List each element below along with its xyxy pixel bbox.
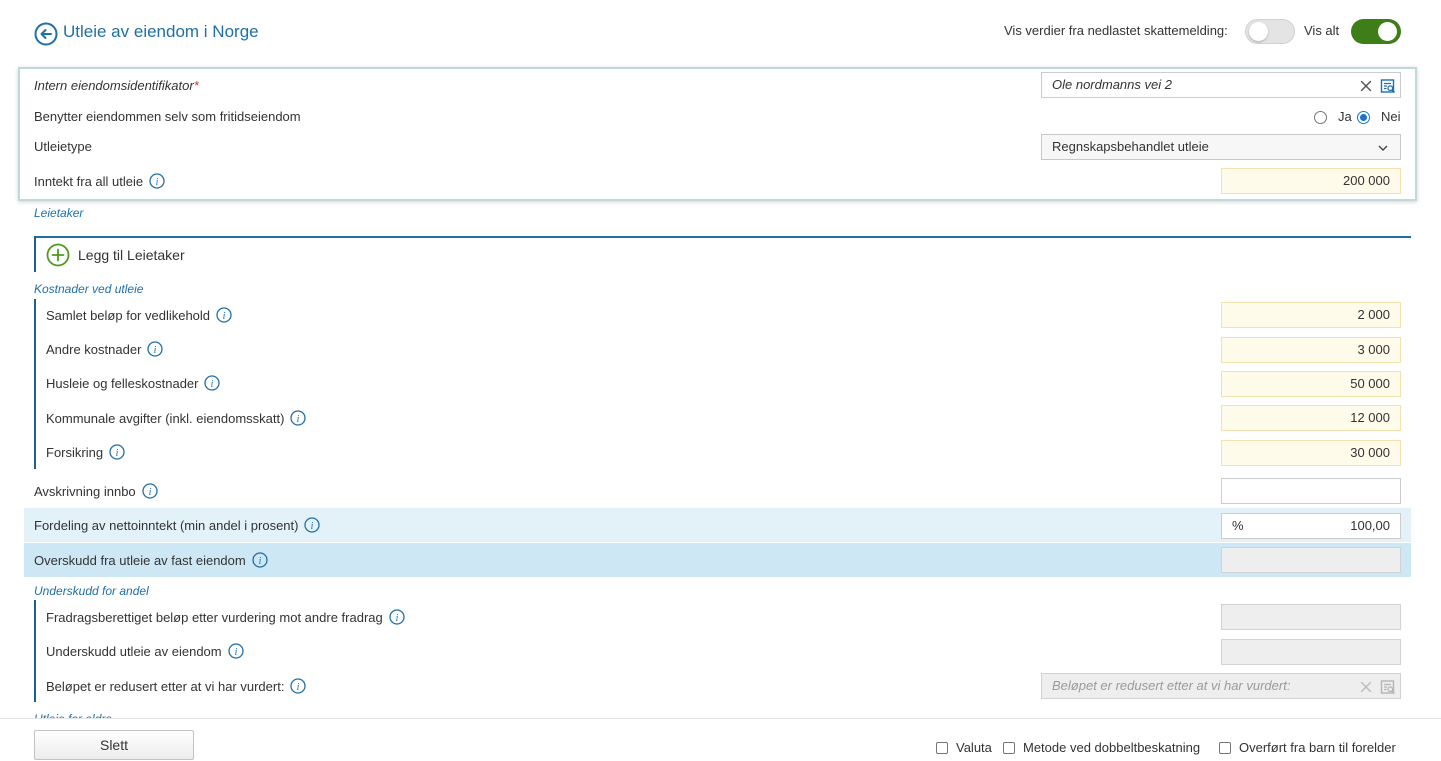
insurance-label: Forsikring i: [46, 444, 125, 462]
tenant-section-title: Leietaker: [34, 206, 84, 220]
rental-type-label: Utleietype: [34, 139, 92, 154]
page-title: Utleie av eiendom i Norge: [63, 22, 259, 41]
maintenance-label: Samlet beløp for vedlikehold i: [46, 307, 232, 325]
info-icon[interactable]: i: [216, 307, 232, 323]
depreciation-input[interactable]: [1221, 478, 1401, 504]
other-costs-label: Andre kostnader i: [46, 341, 164, 359]
show-downloaded-toggle[interactable]: [1245, 19, 1295, 44]
info-icon[interactable]: i: [149, 173, 165, 189]
show-downloaded-label: Vis verdier fra nedlastet skattemelding:: [1004, 23, 1228, 38]
search-list-icon: [1380, 680, 1396, 695]
info-icon[interactable]: i: [252, 552, 268, 568]
property-id-input[interactable]: Ole nordmanns vei 2: [1041, 72, 1401, 98]
rental-deficit-output: [1221, 639, 1401, 665]
svg-text:i: i: [297, 414, 300, 425]
close-icon: [1360, 681, 1372, 693]
holiday-yes-radio[interactable]: [1314, 111, 1327, 124]
holiday-no-radio[interactable]: [1357, 111, 1370, 124]
svg-text:i: i: [311, 521, 314, 532]
transfer-label: Overført fra barn til forelder: [1239, 740, 1396, 755]
info-icon[interactable]: i: [227, 643, 244, 659]
chevron-down-icon: [1378, 145, 1388, 151]
deficit-section-title: Underskudd for andel: [34, 584, 149, 598]
rent-input[interactable]: 50 000: [1221, 371, 1401, 397]
svg-text:i: i: [154, 345, 157, 356]
other-costs-input[interactable]: 3 000: [1221, 337, 1401, 363]
close-icon[interactable]: [1358, 78, 1374, 94]
svg-text:i: i: [395, 613, 398, 624]
distribution-label: Fordeling av nettoinntekt (min andel i p…: [34, 517, 321, 535]
municipal-fees-label: Kommunale avgifter (inkl. eiendomsskatt)…: [46, 410, 307, 428]
income-label: Inntekt fra all utleie i: [34, 173, 165, 191]
insurance-input[interactable]: 30 000: [1221, 440, 1401, 466]
page-header: Utleie av eiendom i Norge Vis verdier fr…: [0, 0, 1441, 66]
plus-circle-icon[interactable]: [46, 243, 70, 267]
rental-deficit-label: Underskudd utleie av eiendom i: [46, 643, 244, 661]
income-input[interactable]: 200 000: [1221, 168, 1401, 194]
section-indent-line: [34, 236, 36, 272]
add-tenant-button[interactable]: Legg til Leietaker: [78, 246, 185, 264]
info-icon[interactable]: i: [142, 483, 158, 499]
reduced-amount-input: Beløpet er redusert etter at vi har vurd…: [1041, 673, 1401, 699]
property-id-label: Intern eiendomsidentifikator*: [34, 78, 199, 93]
svg-text:i: i: [234, 647, 237, 658]
section-indent-line: [34, 299, 36, 469]
holiday-yes-label: Ja: [1338, 109, 1352, 124]
info-icon[interactable]: i: [389, 609, 405, 625]
info-icon[interactable]: i: [290, 410, 307, 426]
double-tax-checkbox[interactable]: [1003, 742, 1015, 754]
depreciation-label: Avskrivning innbo i: [34, 483, 158, 501]
svg-text:i: i: [297, 682, 300, 693]
info-icon[interactable]: i: [109, 444, 125, 460]
surplus-label: Overskudd fra utleie av fast eiendom i: [34, 552, 268, 570]
municipal-fees-input[interactable]: 12 000: [1221, 405, 1401, 431]
section-indent-line: [34, 600, 36, 702]
section-divider: [34, 236, 1411, 238]
footer-bar: Slett Valuta Metode ved dobbeltbeskatnin…: [0, 718, 1441, 761]
info-icon[interactable]: i: [147, 341, 164, 357]
delete-button[interactable]: Slett: [34, 730, 194, 760]
rental-type-select[interactable]: Regnskapsbehandlet utleie: [1041, 134, 1401, 160]
deductible-amount-label: Fradragsberettiget beløp etter vurdering…: [46, 609, 405, 627]
percent-unit: %: [1232, 518, 1244, 533]
maintenance-input[interactable]: 2 000: [1221, 302, 1401, 328]
rent-label: Husleie og felleskostnader i: [46, 375, 221, 393]
deductible-amount-output: [1221, 604, 1401, 630]
svg-text:i: i: [211, 379, 214, 390]
double-tax-label: Metode ved dobbeltbeskatning: [1023, 740, 1201, 755]
surplus-output: [1221, 547, 1401, 573]
svg-text:i: i: [156, 177, 159, 188]
toggle-knob: [1249, 22, 1268, 41]
arrow-left-circle-icon[interactable]: [34, 22, 58, 46]
distribution-input[interactable]: % 100,00: [1221, 513, 1401, 539]
transfer-checkbox[interactable]: [1219, 742, 1231, 754]
svg-text:i: i: [148, 487, 151, 498]
search-list-icon[interactable]: [1380, 78, 1396, 94]
info-icon[interactable]: i: [204, 375, 221, 391]
show-all-label: Vis alt: [1304, 23, 1340, 38]
svg-text:i: i: [223, 311, 226, 322]
currency-label: Valuta: [956, 740, 992, 755]
svg-text:i: i: [116, 448, 119, 459]
svg-text:i: i: [258, 556, 261, 567]
reduced-amount-label: Beløpet er redusert etter at vi har vurd…: [46, 678, 307, 696]
costs-section-title: Kostnader ved utleie: [34, 282, 144, 296]
toggle-knob: [1378, 22, 1397, 41]
info-icon[interactable]: i: [290, 678, 307, 694]
currency-checkbox[interactable]: [936, 742, 948, 754]
show-all-toggle[interactable]: [1351, 19, 1401, 44]
holiday-no-label: Nei: [1381, 109, 1401, 124]
holiday-use-label: Benytter eiendommen selv som fritidseien…: [34, 109, 301, 124]
info-icon[interactable]: i: [304, 517, 321, 533]
